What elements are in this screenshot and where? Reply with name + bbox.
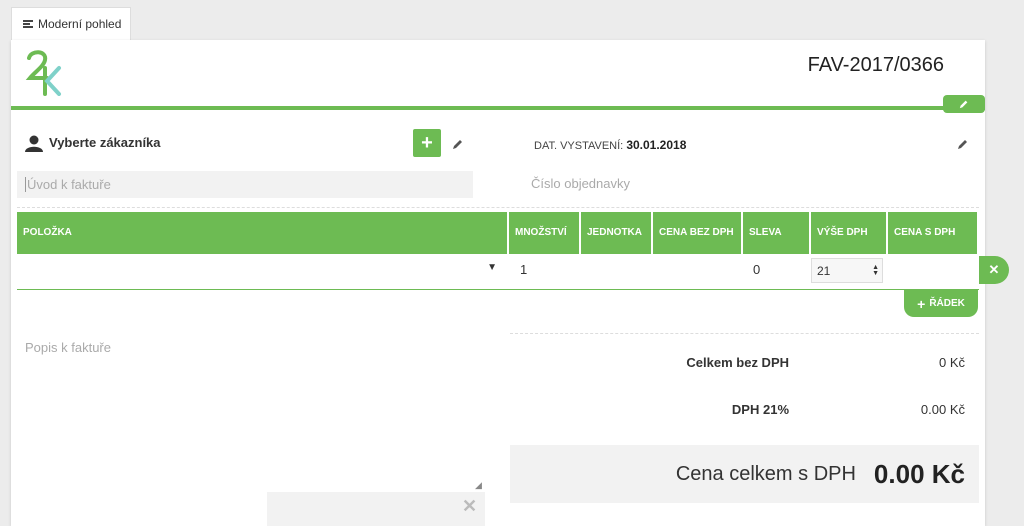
tab-modern-view[interactable]: Moderní pohled [11,7,131,40]
issue-date-label: DAT. VYSTAVENÍ: [534,140,624,152]
subtotal-label: Celkem bez DPH [686,355,789,370]
total-value: 0.00 Kč [873,458,965,489]
add-customer-button[interactable]: + [413,129,441,157]
subtotal-value: 0 Kč [938,355,965,370]
add-row-button[interactable]: + ŘÁDEK [904,290,978,317]
total-box: Cena celkem s DPH 0.00 Kč [510,445,979,503]
vat-value: 0.00 Kč [920,402,965,417]
dropdown-arrow-icon: ▼ [487,262,497,273]
edit-header-button[interactable] [943,95,985,113]
invoice-number: FAV-2017/0366 [807,54,944,76]
issue-date: DAT. VYSTAVENÍ: 30.01.2018 [534,138,686,152]
attachment-box[interactable] [267,492,485,526]
column-header-price-vat: CENA S DPH [888,212,977,254]
column-header-quantity: MNOŽSTVÍ [509,212,579,254]
invoice-card: FAV-2017/0366 Vyberte zákazníka + DAT. V… [11,40,1009,526]
user-icon [25,135,43,152]
pencil-icon [959,100,968,109]
edit-customer-button[interactable] [452,137,464,149]
resize-handle-icon[interactable]: ◢ [475,480,482,491]
total-label: Cena celkem s DPH [675,462,856,485]
pencil-icon [453,140,462,149]
column-header-unit: JEDNOTKA [581,212,651,254]
stepper-arrows-icon: ▲ ▼ [872,263,879,277]
tab-label: Moderní pohled [38,17,122,31]
discount-input[interactable]: 0 [753,262,760,277]
description-placeholder: Popis k faktuře [25,340,111,355]
add-row-label: ŘÁDEK [929,298,965,309]
vat-select-value: 21 [817,263,831,278]
column-header-vat: VÝŠE DPH [811,212,886,254]
remove-row-button[interactable]: ✕ [979,256,1009,284]
plus-icon: + [917,295,926,312]
select-customer-label[interactable]: Vyberte zákazníka [49,135,161,150]
vat-label: DPH 21% [731,402,789,417]
logo [25,50,61,96]
divider [510,333,979,334]
column-header-item: POLOŽKA [17,212,507,254]
order-number-input[interactable]: Číslo objednavky [531,176,630,191]
column-header-discount: SLEVA [743,212,809,254]
item-select[interactable]: ▼ [17,256,497,284]
quantity-input[interactable]: 1 [520,262,527,277]
intro-input[interactable]: Úvod k faktuře [17,171,473,198]
intro-placeholder: Úvod k faktuře [27,177,111,192]
description-textarea[interactable]: Popis k faktuře [17,334,485,490]
list-icon [23,19,33,29]
pencil-icon [958,140,967,149]
vat-select[interactable]: 21 ▲ ▼ [811,258,883,283]
column-header-price: CENA BEZ DPH [653,212,741,254]
edit-date-button[interactable] [957,137,969,149]
close-icon: ✕ [988,262,1000,277]
divider [17,207,979,208]
row-divider [17,289,979,290]
issue-date-value: 30.01.2018 [626,138,687,152]
close-icon[interactable]: ✕ [462,496,477,517]
text-caret [25,177,26,192]
header-divider [11,106,985,110]
